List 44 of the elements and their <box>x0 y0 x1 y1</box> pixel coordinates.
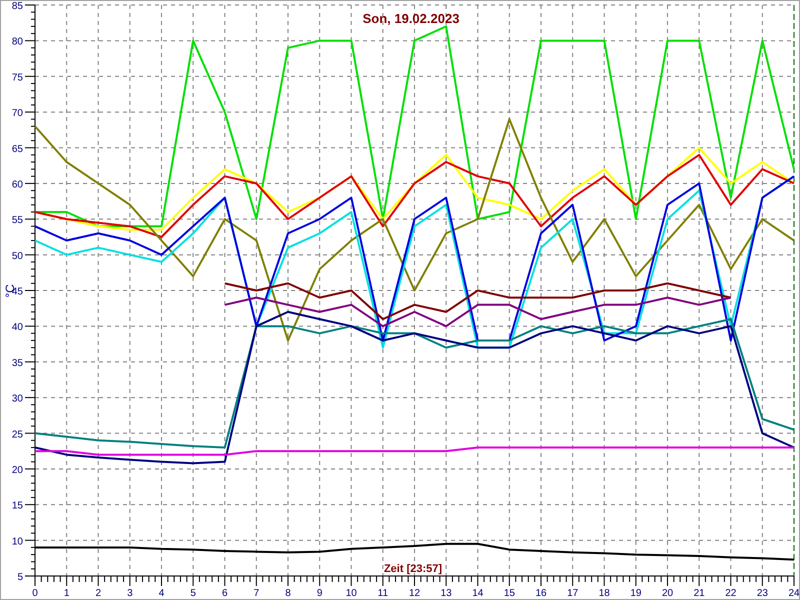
axis-tick-label: 85 <box>12 1 23 12</box>
axis-tick-label: 6 <box>222 588 228 599</box>
axis-tick-label: 18 <box>598 588 610 599</box>
axis-tick-label: 10 <box>12 536 23 548</box>
chart-title: Son, 19.02.2023 <box>362 11 460 26</box>
axis-tick-label: 0 <box>32 588 38 599</box>
axis-tick-label: 24 <box>788 588 799 599</box>
axis-tick-label: 1 <box>64 588 70 599</box>
axis-tick-label: 75 <box>12 72 23 84</box>
axis-tick-label: 35 <box>12 358 23 369</box>
axis-tick-label: 5 <box>17 572 23 583</box>
axis-tick-label: 65 <box>12 144 23 155</box>
axis-tick-label: 50 <box>12 250 23 262</box>
axis-tick-label: 7 <box>254 588 260 599</box>
axis-tick-label: 20 <box>12 464 23 476</box>
axis-tick-label: 23 <box>756 588 768 599</box>
axis-tick-label: 17 <box>567 588 578 599</box>
axis-tick-label: 30 <box>12 394 23 405</box>
axis-tick-label: 16 <box>535 588 547 599</box>
axis-tick-label: 8 <box>285 588 291 599</box>
axis-tick-label: 13 <box>440 588 452 599</box>
axis-tick-label: 20 <box>662 588 674 599</box>
axis-tick-label: 15 <box>504 588 515 599</box>
axis-tick-label: 11 <box>378 588 388 599</box>
axis-tick-label: 22 <box>725 588 736 599</box>
axis-tick-label: 15 <box>12 500 23 512</box>
axis-tick-label: 5 <box>190 588 196 599</box>
axis-tick-label: 2 <box>95 588 102 599</box>
x-axis-label: Zeit [23:57] <box>384 563 442 575</box>
axis-tick-label: 70 <box>12 108 23 120</box>
axis-tick-label: 40 <box>12 322 23 334</box>
axis-tick-label: 10 <box>346 588 357 599</box>
axis-tick-label: 45 <box>12 286 23 298</box>
axis-tick-label: 9 <box>316 588 322 599</box>
axis-tick-label: 14 <box>472 588 484 599</box>
axis-tick-label: 21 <box>694 588 705 599</box>
axis-tick-label: 3 <box>127 588 133 599</box>
axis-tick-label: 25 <box>12 429 23 440</box>
axis-tick-label: 80 <box>12 36 23 48</box>
axis-tick-label: 4 <box>158 588 164 599</box>
axis-tick-label: 19 <box>630 588 642 599</box>
axis-tick-label: 12 <box>408 588 420 599</box>
axis-tick-label: 55 <box>12 215 23 226</box>
axis-tick-label: 60 <box>12 179 23 190</box>
